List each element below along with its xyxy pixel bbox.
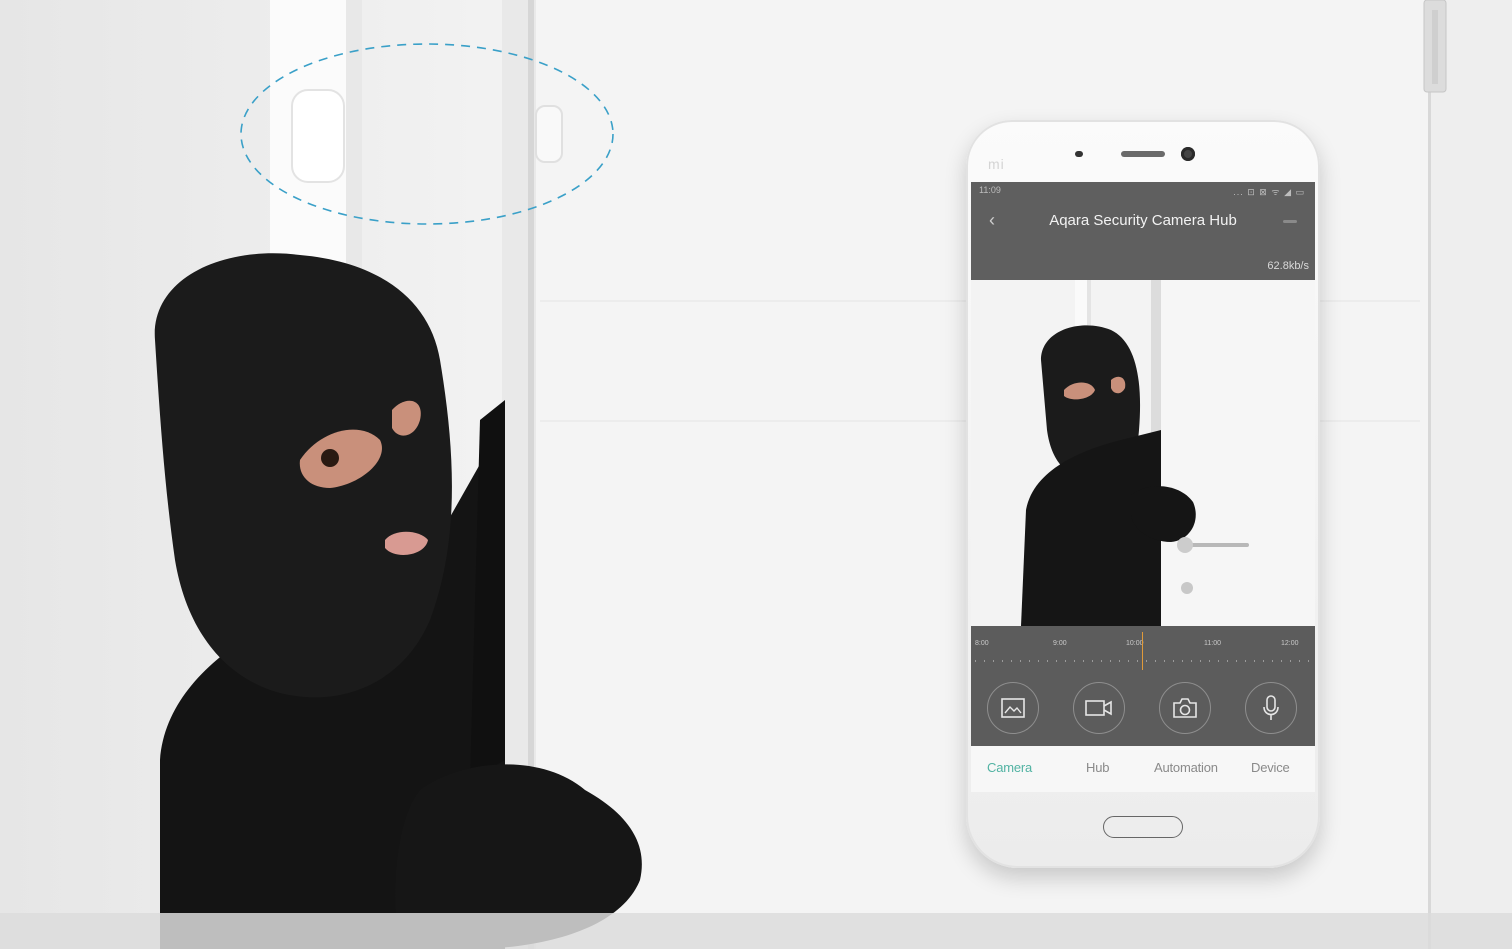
data-rate: 62.8kb/s	[1267, 260, 1309, 272]
proximity-sensor	[1075, 151, 1083, 157]
phone-screen: 11:09 ... ⊡ ⊠ ᯤ ◢ ▭ ‹ Aqara Security Cam…	[971, 182, 1315, 792]
talk-button[interactable]	[1245, 682, 1297, 734]
image-icon	[1001, 698, 1025, 718]
smartphone: mi 11:09 ... ⊡ ⊠ ᯤ ◢ ▭ ‹ Aqara Security …	[966, 120, 1320, 868]
brand-logo: mi	[988, 156, 1005, 172]
snapshot-button[interactable]	[1159, 682, 1211, 734]
playback-timeline[interactable]: 8:00 9:00 10:00 11:00 12:00	[971, 626, 1315, 676]
phone-top-bezel: mi	[966, 120, 1320, 182]
bottom-band	[0, 913, 1512, 949]
video-camera-icon	[1085, 700, 1112, 716]
home-button[interactable]	[1103, 816, 1183, 838]
live-video-feed[interactable]	[971, 280, 1315, 626]
earpiece-speaker	[1121, 151, 1165, 157]
tab-hub[interactable]: Hub	[1086, 760, 1109, 775]
camera-icon	[1173, 698, 1197, 718]
record-video-button[interactable]	[1073, 682, 1125, 734]
timeline-label: 9:00	[1053, 640, 1067, 647]
app-bar: ‹ Aqara Security Camera Hub	[971, 198, 1315, 242]
window-sensor-main	[291, 89, 345, 183]
timeline-ticks	[975, 660, 1311, 662]
gallery-button[interactable]	[987, 682, 1039, 734]
status-icons: ... ⊡ ⊠ ᯤ ◢ ▭	[1233, 187, 1305, 197]
more-menu-icon[interactable]	[1283, 220, 1297, 223]
timeline-playhead[interactable]	[1142, 632, 1143, 670]
timeline-label: 12:00	[1281, 640, 1299, 647]
camera-controls	[971, 676, 1315, 746]
microphone-icon	[1263, 695, 1279, 720]
app-title: Aqara Security Camera Hub	[1049, 212, 1237, 229]
status-bar: 11:09 ... ⊡ ⊠ ᯤ ◢ ▭	[971, 182, 1315, 198]
window-sensor-magnet	[535, 105, 563, 163]
tab-device[interactable]: Device	[1251, 760, 1290, 775]
timeline-label: 11:00	[1204, 640, 1221, 647]
video-frame-image	[971, 280, 1315, 626]
tab-camera[interactable]: Camera	[987, 760, 1032, 775]
timeline-label: 10:00	[1126, 640, 1144, 647]
status-time: 11:09	[979, 185, 1001, 195]
bottom-tab-bar: Camera Hub Automation Device	[971, 746, 1315, 792]
front-camera-icon	[1181, 147, 1195, 161]
tab-automation[interactable]: Automation	[1154, 760, 1218, 775]
timeline-label: 8:00	[975, 640, 989, 647]
back-arrow-icon[interactable]: ‹	[989, 210, 1009, 230]
